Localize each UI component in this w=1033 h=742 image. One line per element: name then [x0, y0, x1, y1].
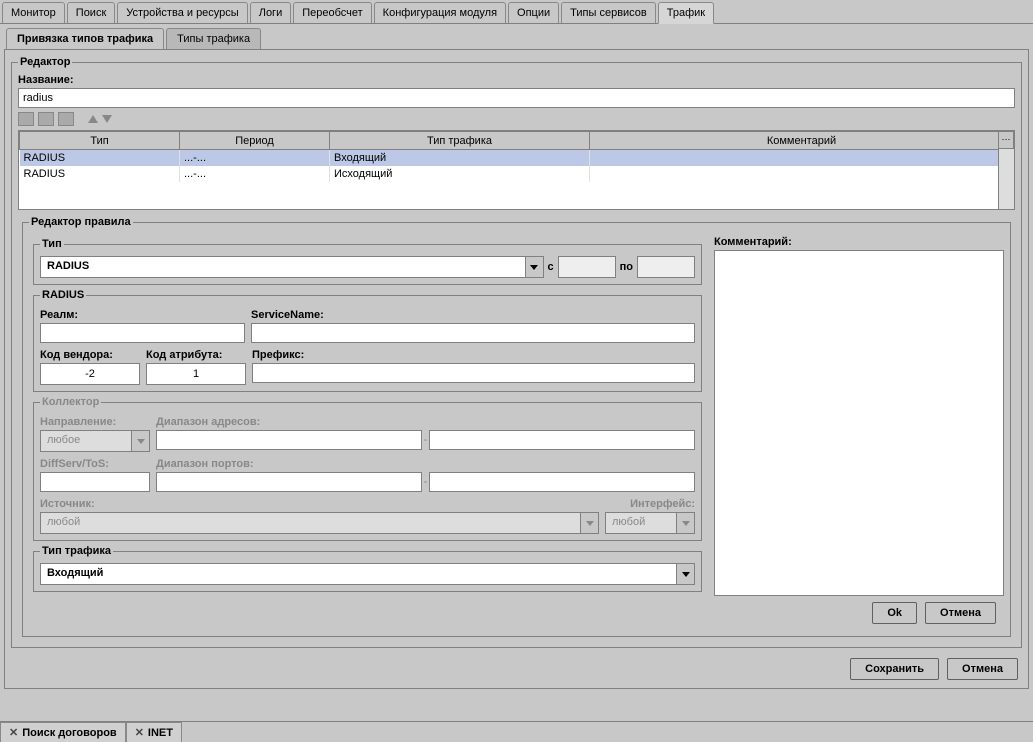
rule-editor-legend: Редактор правила	[29, 216, 133, 228]
col-comment[interactable]: Комментарий	[590, 132, 1014, 150]
diffserv-label: DiffServ/ToS:	[40, 458, 150, 470]
grid-menu-icon[interactable]: ⋯	[998, 131, 1014, 149]
comment-textarea[interactable]	[714, 250, 1004, 596]
tab-service-types[interactable]: Типы сервисов	[561, 2, 656, 23]
bottom-tabs: ✕ Поиск договоров ✕ INET	[0, 721, 1033, 742]
close-icon[interactable]: ✕	[9, 726, 18, 739]
rule-editor-fieldset: Редактор правила Тип RADIUS с	[22, 216, 1011, 637]
tool-icon-2[interactable]	[38, 112, 54, 126]
to-label: по	[620, 261, 633, 273]
grid-scrollbar[interactable]	[998, 149, 1014, 209]
save-button[interactable]: Сохранить	[850, 658, 939, 680]
tab-logs[interactable]: Логи	[250, 2, 292, 23]
col-type[interactable]: Тип	[20, 132, 180, 150]
chevron-down-icon[interactable]	[525, 257, 543, 277]
tab-traffic[interactable]: Трафик	[658, 2, 714, 24]
table-row[interactable]: RADIUS ...-... Входящий	[20, 150, 1014, 166]
radius-fieldset: RADIUS Реалм: ServiceName:	[33, 289, 702, 392]
servicename-label: ServiceName:	[251, 309, 695, 321]
port-to-input	[429, 472, 695, 492]
table-row[interactable]: RADIUS ...-... Исходящий	[20, 166, 1014, 182]
radius-legend: RADIUS	[40, 289, 86, 301]
chevron-down-icon	[580, 513, 598, 533]
tab-search[interactable]: Поиск	[67, 2, 115, 23]
traffic-type-legend: Тип трафика	[40, 545, 113, 557]
cancel-button[interactable]: Отмена	[925, 602, 996, 624]
tab-config[interactable]: Конфигурация модуля	[374, 2, 506, 23]
addr-to-input	[429, 430, 695, 450]
rules-grid[interactable]: Тип Период Тип трафика Комментарий RADIU…	[18, 130, 1015, 210]
tab-devices[interactable]: Устройства и ресурсы	[117, 2, 247, 23]
date-to-input[interactable]	[637, 256, 695, 278]
bottom-tab-contracts[interactable]: ✕ Поиск договоров	[0, 722, 126, 742]
move-up-icon[interactable]	[88, 115, 98, 123]
chevron-down-icon[interactable]	[676, 564, 694, 584]
type-fieldset: Тип RADIUS с по	[33, 238, 702, 285]
tab-recalc[interactable]: Переобсчет	[293, 2, 371, 23]
sub-tabs: Привязка типов трафика Типы трафика	[0, 24, 1033, 49]
tool-icon-1[interactable]	[18, 112, 34, 126]
tool-icon-3[interactable]	[58, 112, 74, 126]
prefix-label: Префикс:	[252, 349, 695, 361]
realm-label: Реалм:	[40, 309, 245, 321]
direction-combo: любое	[40, 430, 150, 452]
editor-legend: Редактор	[18, 56, 72, 68]
close-icon[interactable]: ✕	[135, 726, 144, 739]
vendor-code-input[interactable]	[40, 363, 140, 385]
ok-button[interactable]: Ok	[872, 602, 917, 624]
realm-input[interactable]	[40, 323, 245, 343]
traffic-type-combo[interactable]: Входящий	[40, 563, 695, 585]
grid-toolbar	[18, 108, 1015, 130]
name-input[interactable]	[18, 88, 1015, 108]
port-from-input	[156, 472, 422, 492]
name-label: Название:	[18, 74, 1015, 86]
subtab-types[interactable]: Типы трафика	[166, 28, 261, 49]
main-tabs: Монитор Поиск Устройства и ресурсы Логи …	[0, 0, 1033, 23]
addr-range-label: Диапазон адресов:	[156, 416, 695, 428]
chevron-down-icon	[676, 513, 694, 533]
move-down-icon[interactable]	[102, 115, 112, 123]
source-label: Источник:	[40, 498, 599, 510]
attr-code-label: Код атрибута:	[146, 349, 246, 361]
bottom-tab-inet[interactable]: ✕ INET	[126, 722, 182, 742]
direction-label: Направление:	[40, 416, 150, 428]
tab-options[interactable]: Опции	[508, 2, 559, 23]
comment-label: Комментарий:	[714, 236, 1004, 248]
prefix-input[interactable]	[252, 363, 695, 383]
subtab-binding[interactable]: Привязка типов трафика	[6, 28, 164, 49]
tab-monitor[interactable]: Монитор	[2, 2, 65, 23]
from-label: с	[548, 261, 554, 273]
servicename-input[interactable]	[251, 323, 695, 343]
traffic-type-fieldset: Тип трафика Входящий	[33, 545, 702, 592]
addr-from-input	[156, 430, 422, 450]
date-from-input[interactable]	[558, 256, 616, 278]
chevron-down-icon	[131, 431, 149, 451]
diffserv-input	[40, 472, 150, 492]
type-legend: Тип	[40, 238, 64, 250]
collector-fieldset: Коллектор Направление: любое	[33, 396, 702, 541]
port-range-label: Диапазон портов:	[156, 458, 695, 470]
vendor-code-label: Код вендора:	[40, 349, 140, 361]
iface-combo: любой	[605, 512, 695, 534]
type-combo[interactable]: RADIUS	[40, 256, 544, 278]
iface-label: Интерфейс:	[605, 498, 695, 510]
col-traffic-type[interactable]: Тип трафика	[330, 132, 590, 150]
editor-fieldset: Редактор Название: Тип Период	[11, 56, 1022, 648]
attr-code-input[interactable]	[146, 363, 246, 385]
col-period[interactable]: Период	[180, 132, 330, 150]
collector-legend: Коллектор	[40, 396, 101, 408]
cancel-all-button[interactable]: Отмена	[947, 658, 1018, 680]
source-combo: любой	[40, 512, 599, 534]
